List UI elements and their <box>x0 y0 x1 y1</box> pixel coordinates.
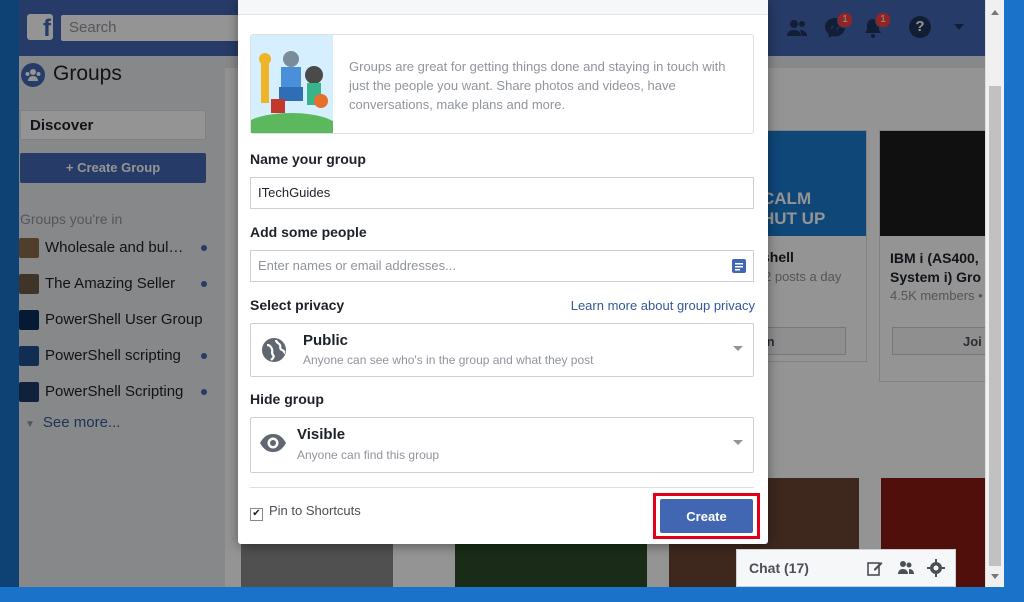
eye-icon <box>259 433 287 453</box>
privacy-label: Select privacy <box>250 297 345 313</box>
scrollbar-thumb[interactable] <box>989 86 1001 566</box>
scroll-up-icon[interactable] <box>991 10 999 15</box>
name-group-label: Name your group <box>250 151 366 167</box>
pin-to-shortcuts-checkbox[interactable]: ✔ Pin to Shortcuts <box>250 503 361 521</box>
visibility-subtitle: Anyone can find this group <box>297 448 440 462</box>
chat-bar[interactable]: Chat (17) <box>736 549 956 587</box>
add-people-input[interactable]: Enter names or email addresses... <box>250 250 754 282</box>
privacy-subtitle: Anyone can see who's in the group and wh… <box>303 353 594 367</box>
dialog-header <box>238 0 768 15</box>
checkbox-checked-icon[interactable]: ✔ <box>250 508 263 521</box>
visibility-title: Visible <box>297 426 346 443</box>
divider <box>250 487 754 488</box>
create-button[interactable]: Create <box>660 499 753 533</box>
scrollbar[interactable] <box>985 0 1004 587</box>
gear-icon[interactable] <box>927 559 945 577</box>
chevron-down-icon <box>733 346 743 351</box>
privacy-learn-more-link[interactable]: Learn more about group privacy <box>571 298 755 313</box>
contact-list-icon[interactable] <box>732 259 746 273</box>
intro-text: Groups are great for getting things done… <box>349 59 726 112</box>
scroll-down-icon[interactable] <box>991 574 999 579</box>
privacy-title: Public <box>303 332 349 349</box>
groups-illustration <box>251 35 333 133</box>
new-group-icon[interactable] <box>897 560 915 576</box>
privacy-select[interactable]: Public Anyone can see who's in the group… <box>250 323 754 377</box>
visibility-select[interactable]: Visible Anyone can find this group <box>250 417 754 473</box>
add-people-label: Add some people <box>250 224 367 240</box>
chevron-down-icon <box>733 440 743 445</box>
intro-box: Groups are great for getting things done… <box>250 34 754 134</box>
globe-icon <box>261 337 287 363</box>
chat-label: Chat (17) <box>749 560 809 576</box>
create-group-dialog: Groups are great for getting things done… <box>238 0 768 544</box>
group-name-input[interactable]: ITechGuides <box>250 177 754 209</box>
compose-icon[interactable] <box>867 560 883 576</box>
pin-label: Pin to Shortcuts <box>269 503 361 518</box>
hide-group-label: Hide group <box>250 391 324 407</box>
